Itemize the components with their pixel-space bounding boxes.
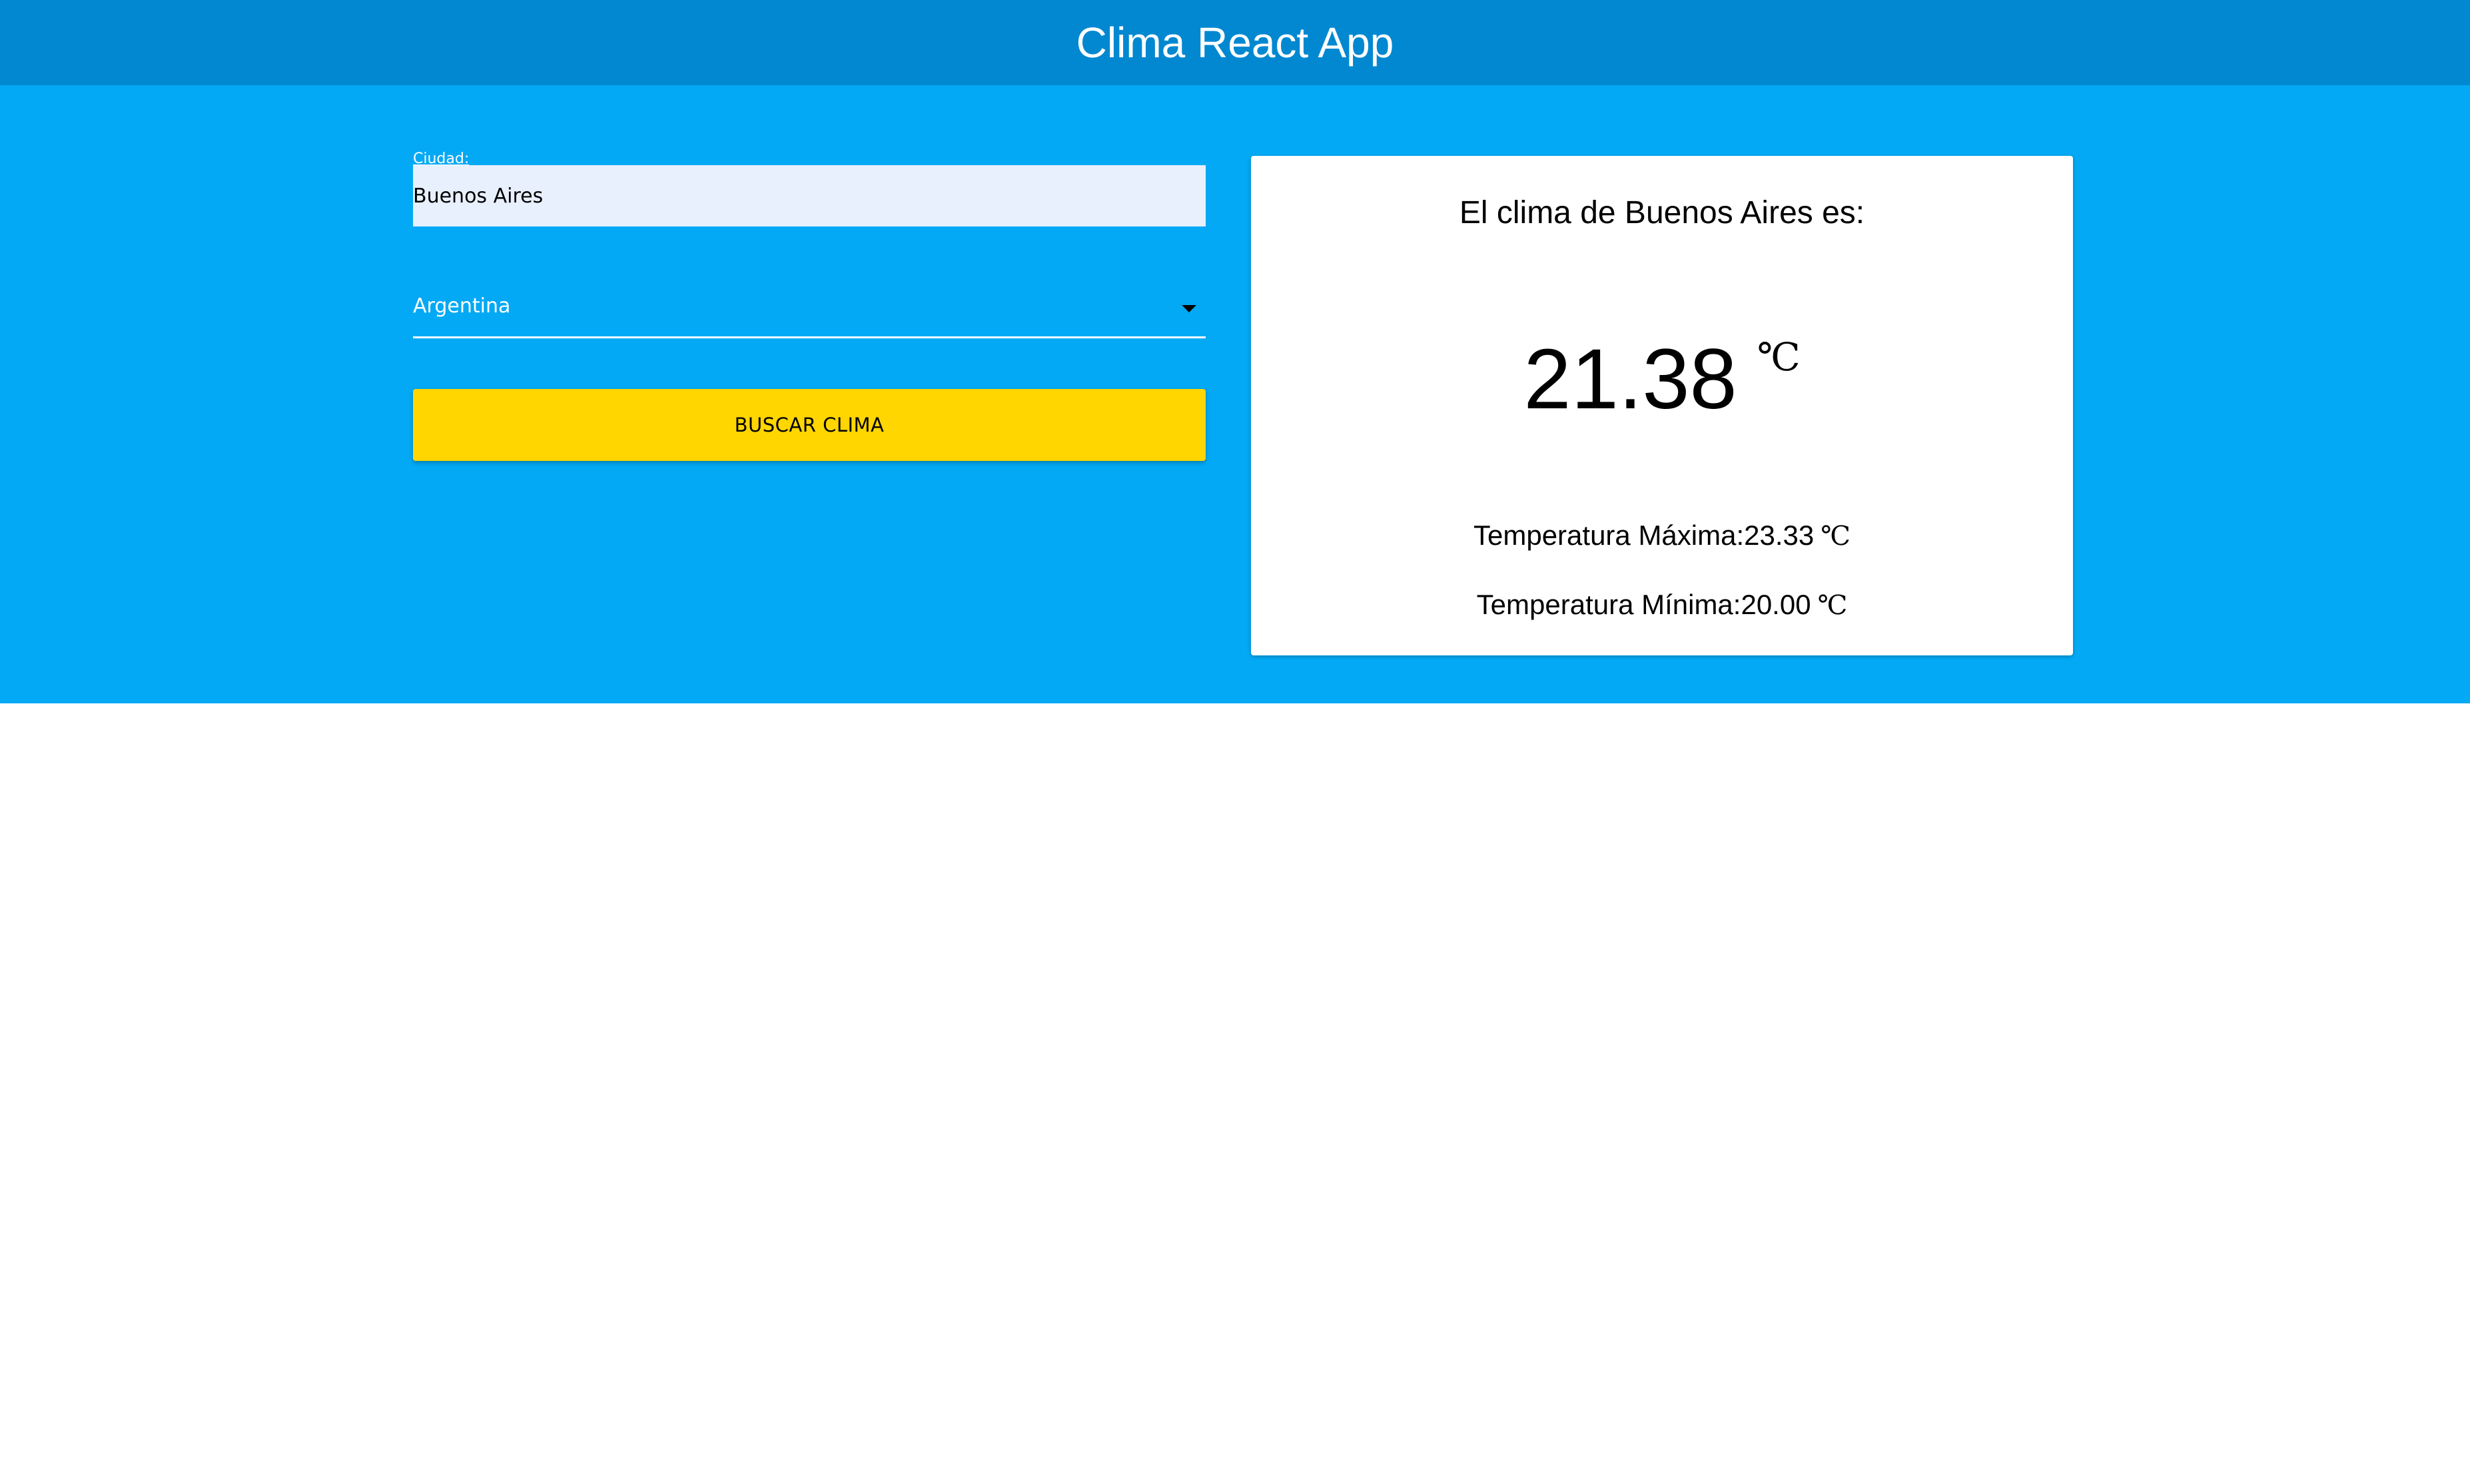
caret-down-icon	[1182, 305, 1196, 312]
weather-title: El clima de Buenos Aires es:	[1459, 195, 1865, 230]
max-temperature-text: Temperatura Máxima:23.33	[1473, 520, 1815, 551]
temperature-value: 21.38	[1523, 332, 1737, 427]
max-temperature: Temperatura Máxima:23.33 ℃	[1251, 520, 2073, 552]
country-select-value: Argentina	[413, 294, 511, 318]
min-temperature: Temperatura Mínima:20.00 ℃	[1251, 589, 2073, 621]
max-temperature-unit: ℃	[1821, 521, 1851, 552]
country-select[interactable]: Argentina	[413, 285, 1206, 338]
current-temperature: 21.38 ℃	[1251, 330, 2073, 428]
city-input[interactable]	[413, 165, 1206, 226]
app-title: Clima React App	[1076, 19, 1394, 67]
search-weather-button[interactable]: BUSCAR CLIMA	[413, 389, 1206, 461]
min-temperature-unit: ℃	[1817, 590, 1848, 621]
temperature-unit: ℃	[1757, 334, 1801, 380]
app-header: Clima React App	[0, 0, 2470, 85]
main-section: Ciudad: Argentina BUSCAR CLIMA El clima …	[0, 85, 2470, 703]
weather-card: El clima de Buenos Aires es: 21.38 ℃ Temp…	[1251, 156, 2073, 655]
min-temperature-text: Temperatura Mínima:20.00	[1476, 589, 1811, 620]
